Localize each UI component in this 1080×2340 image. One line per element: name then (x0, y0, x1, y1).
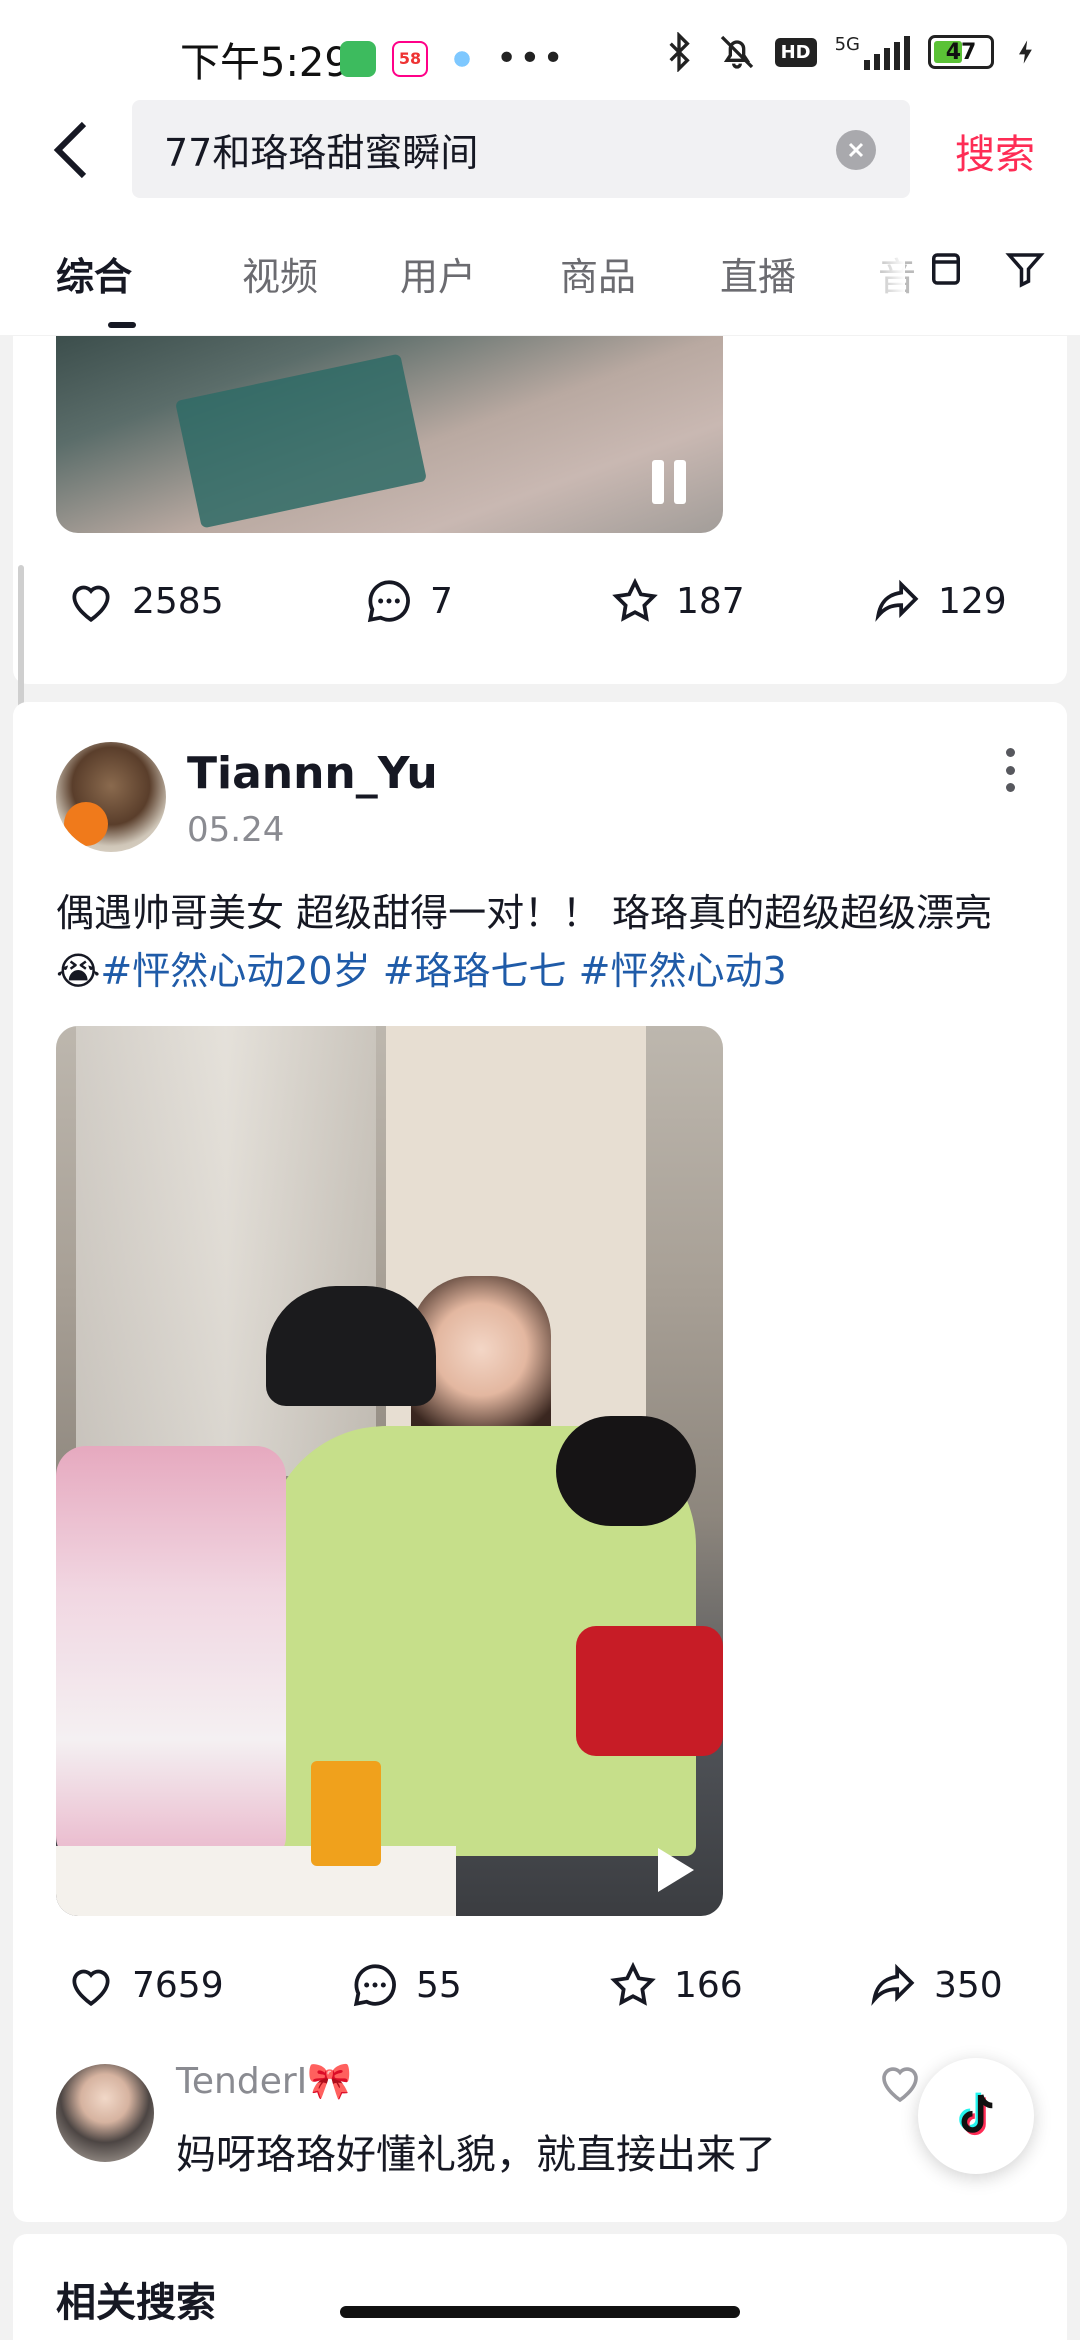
comment-icon (353, 1964, 396, 2007)
comment-icon (367, 580, 410, 623)
tab-users[interactable]: 用户 (400, 246, 476, 301)
bluetooth-icon (669, 32, 690, 72)
tiktok-logo-icon (959, 2092, 993, 2136)
share-icon (875, 579, 919, 622)
search-input[interactable]: 77和珞珞甜蜜瞬间 (132, 100, 910, 198)
star-icon (612, 577, 658, 622)
favorite-count: 166 (674, 1964, 743, 2006)
home-indicator[interactable] (340, 2306, 740, 2318)
scrollbar[interactable] (18, 565, 24, 720)
tab-comprehensive[interactable]: 综合 (56, 246, 132, 301)
favorite-count: 187 (676, 580, 745, 622)
like-count: 7659 (132, 1964, 224, 2006)
share-count: 350 (934, 1964, 1003, 2006)
post1-actions: 2585 7 187 129 (0, 576, 1080, 636)
comment-button[interactable]: 55 (350, 1960, 462, 2010)
heart-icon (72, 585, 110, 622)
filter-icon[interactable] (1004, 248, 1046, 290)
star-icon (610, 1961, 656, 2006)
like-button[interactable]: 7659 (66, 1960, 224, 2010)
like-button[interactable]: 2585 (66, 576, 224, 626)
signal-icon: 5G (835, 34, 910, 70)
active-tab-indicator (108, 322, 136, 328)
search-button[interactable]: 搜索 (955, 122, 1035, 180)
comment-text[interactable]: 妈呀珞珞好懂礼貌，就直接出来了 (176, 2122, 776, 2180)
system-status-icons: HD 5G 47 (659, 32, 1040, 72)
status-bar: 下午5:29 58 ••• HD 5G 47 (0, 0, 1080, 110)
author-avatar[interactable] (56, 742, 166, 852)
post-text[interactable]: 偶遇帅哥美女 超级甜得一对！！ 珞珞真的超级超级漂亮😭#怦然心动20岁 #珞珞七… (56, 884, 1036, 1000)
commenter-name[interactable]: TenderI🎀 (176, 2060, 352, 2102)
post-date: 05.24 (187, 810, 285, 850)
commenter-avatar[interactable] (56, 2064, 154, 2162)
heart-icon (72, 1969, 110, 2006)
comment-count: 55 (416, 1964, 462, 2006)
tab-products[interactable]: 商品 (560, 246, 636, 301)
back-arrow-icon[interactable] (52, 120, 92, 180)
cloud-notification-icon (444, 40, 480, 77)
comment-count: 7 (430, 580, 453, 622)
tab-video[interactable]: 视频 (242, 246, 318, 301)
like-count: 2585 (132, 580, 224, 622)
app58-notification-icon: 58 (392, 40, 428, 77)
hashtag[interactable]: #珞珞七七 (383, 949, 567, 993)
related-search-title: 相关搜索 (56, 2280, 216, 2326)
share-button[interactable]: 350 (868, 1960, 1003, 2010)
favorite-button[interactable]: 166 (608, 1960, 743, 2010)
hd-icon: HD (774, 37, 817, 67)
silent-bell-icon (720, 35, 753, 69)
search-results-page: 下午5:29 58 ••• HD 5G 47 77和珞珞甜蜜瞬间 搜索 综合 视… (0, 0, 1080, 2340)
author-name[interactable]: Tiannn_Yu (187, 748, 438, 799)
wechat-notification-icon (340, 40, 376, 77)
tab-live[interactable]: 直播 (720, 246, 796, 301)
tab-fade (875, 240, 905, 300)
hashtag[interactable]: #怦然心动3 (579, 949, 787, 993)
play-icon[interactable] (658, 1848, 694, 1892)
favorite-button[interactable]: 187 (610, 576, 745, 626)
tiktok-float-button[interactable] (918, 2058, 1034, 2174)
notification-icons: 58 ••• (340, 38, 566, 79)
clear-search-icon[interactable] (836, 130, 876, 170)
post-video-thumbnail[interactable] (56, 1026, 723, 1916)
post2-actions: 7659 55 166 350 (0, 1960, 1080, 2020)
search-query-text: 77和珞珞甜蜜瞬间 (164, 130, 479, 175)
charging-icon (1019, 40, 1032, 64)
share-count: 129 (938, 580, 1007, 622)
comment-like-icon[interactable] (876, 2058, 924, 2106)
status-time: 下午5:29 (180, 40, 350, 86)
more-notifications-icon: ••• (496, 38, 566, 79)
video-thumbnail[interactable] (56, 336, 723, 533)
more-options-icon[interactable] (1004, 748, 1016, 792)
layout-toggle-icon[interactable] (925, 248, 967, 290)
share-button[interactable]: 129 (872, 576, 1007, 626)
battery-icon: 47 (928, 35, 994, 69)
hashtag[interactable]: #怦然心动20岁 (100, 949, 370, 993)
comment-button[interactable]: 7 (364, 576, 453, 626)
pause-icon[interactable] (652, 460, 696, 504)
share-icon (871, 1963, 915, 2006)
